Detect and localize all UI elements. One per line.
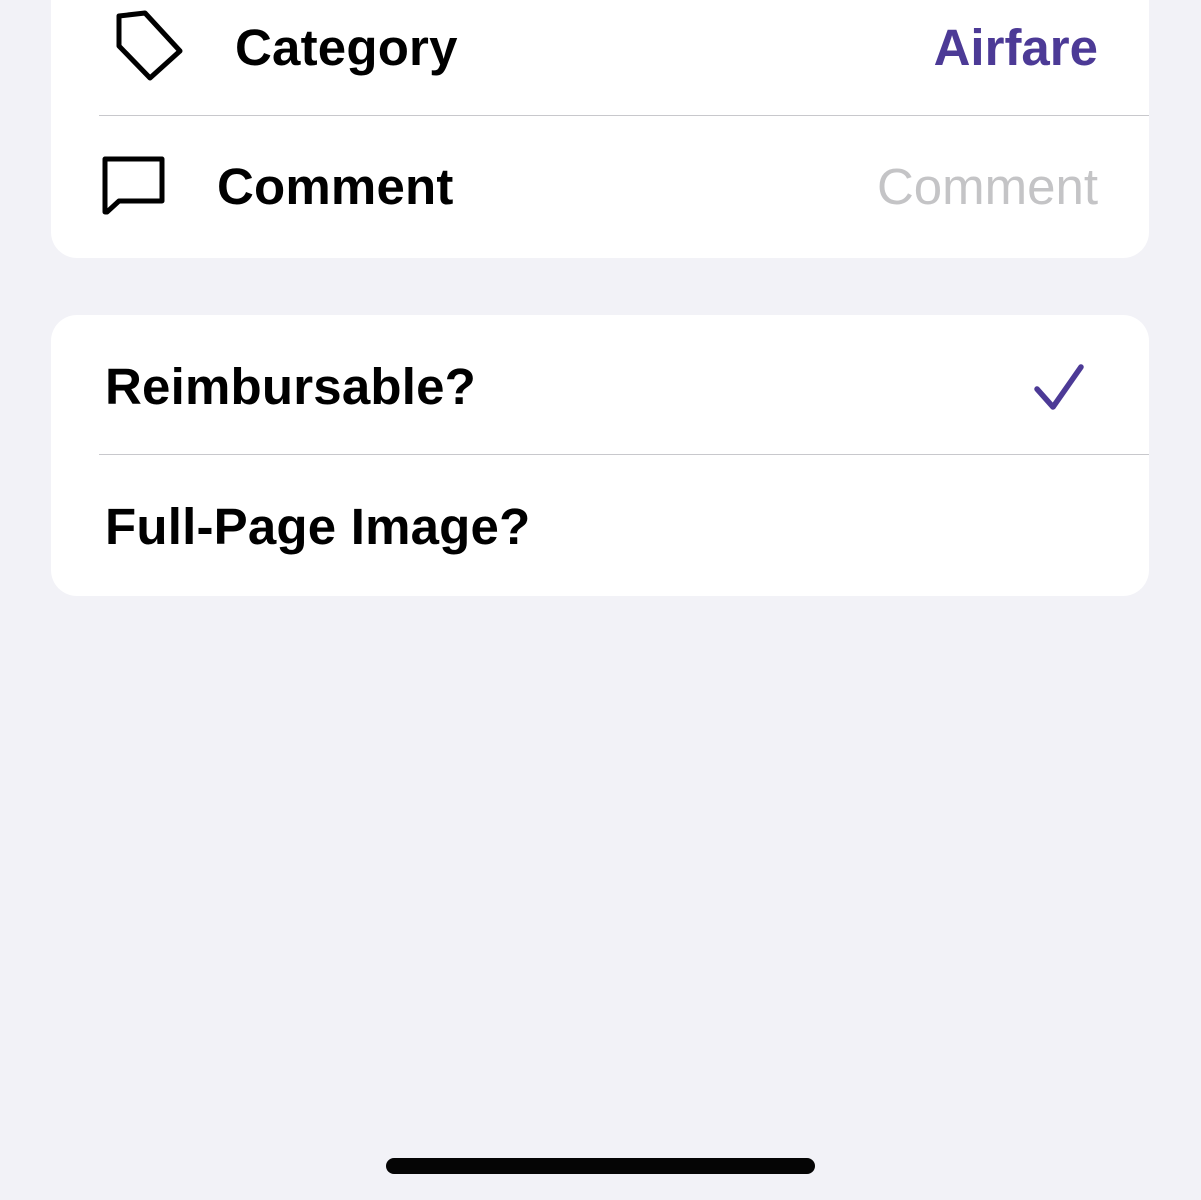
full-page-image-row[interactable]: Full-Page Image? — [51, 455, 1149, 596]
category-label: Category — [235, 19, 458, 76]
home-indicator[interactable] — [386, 1158, 815, 1174]
comment-input[interactable]: Comment — [877, 157, 1098, 217]
tag-icon — [116, 10, 183, 81]
checkmark-icon[interactable] — [1033, 361, 1085, 413]
reimbursable-label: Reimbursable? — [105, 358, 477, 415]
category-value[interactable]: Airfare — [934, 18, 1098, 78]
comment-row[interactable]: Comment Comment — [51, 116, 1149, 258]
category-row[interactable]: Category Airfare — [51, 0, 1149, 115]
full-page-image-label: Full-Page Image? — [105, 498, 531, 555]
comment-label: Comment — [217, 158, 454, 215]
speech-bubble-icon — [102, 156, 165, 215]
options-card: Reimbursable? Full-Page Image? — [51, 315, 1149, 596]
reimbursable-row[interactable]: Reimbursable? — [51, 315, 1149, 454]
details-card: Category Airfare Comment Comment — [51, 0, 1149, 258]
